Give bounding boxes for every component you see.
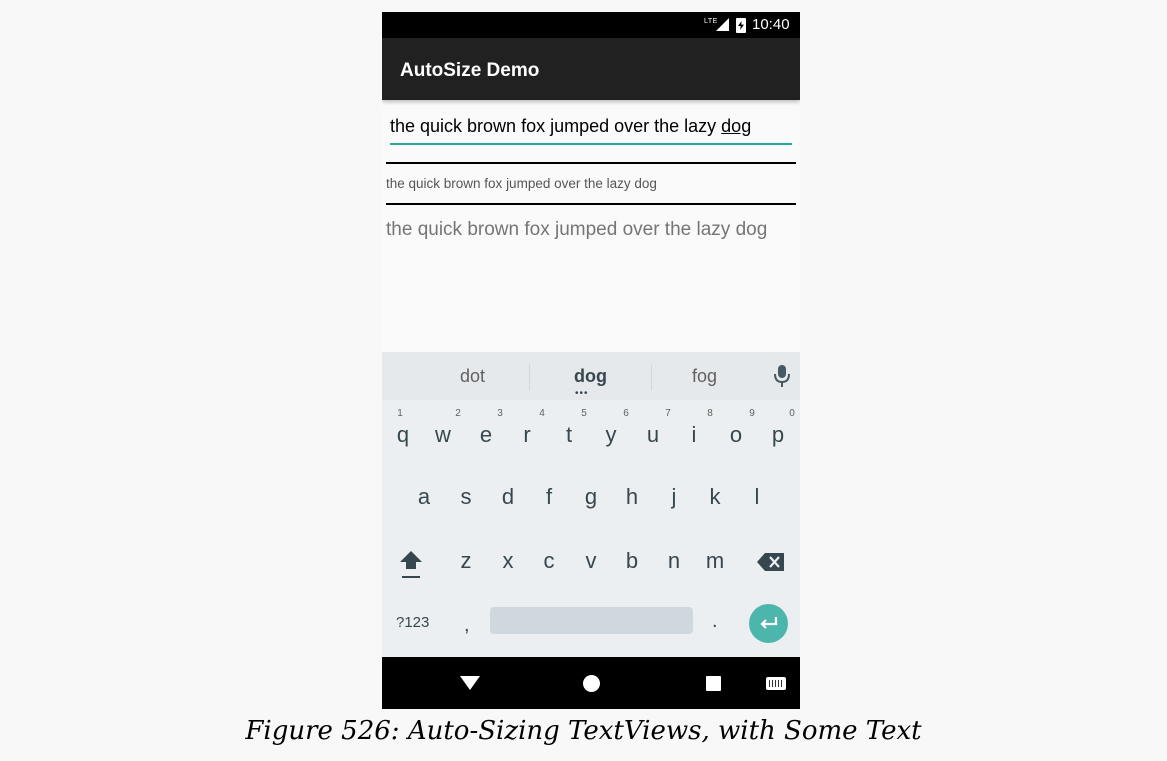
suggestion-divider (651, 364, 652, 390)
shift-icon[interactable] (399, 549, 423, 579)
key-f[interactable]: f (534, 484, 564, 510)
key-u[interactable]: u (638, 422, 668, 448)
key-q[interactable]: q (388, 422, 418, 448)
key-e[interactable]: e (471, 422, 501, 448)
period-key[interactable]: . (712, 610, 718, 633)
suggestion-more-dots: ••• (575, 388, 589, 399)
key-y[interactable]: y (596, 422, 626, 448)
suggestion-right[interactable]: fog (692, 366, 717, 387)
divider-top (386, 162, 796, 164)
key-hint: 2 (455, 408, 461, 419)
key-h[interactable]: h (617, 484, 647, 510)
key-g[interactable]: g (576, 484, 606, 510)
key-k[interactable]: k (700, 484, 730, 510)
key-hint: 6 (623, 408, 629, 419)
divider-bottom (386, 203, 796, 205)
key-j[interactable]: j (659, 484, 689, 510)
suggestion-strip: dot dog ••• fog (382, 352, 800, 400)
key-w[interactable]: w (428, 422, 458, 448)
edit-text-underline (390, 143, 792, 145)
soft-keyboard: dot dog ••• fog 1 q 2 w 3 e 4 r 5 t 6 y (382, 352, 800, 657)
app-bar: AutoSize Demo (382, 38, 800, 100)
comma-key[interactable]: , (464, 614, 470, 637)
key-hint: 9 (749, 408, 755, 419)
nav-recents-icon[interactable] (706, 676, 721, 691)
phone-screen: LTE 10:40 AutoSize Demo the quick brown … (382, 12, 800, 709)
key-d[interactable]: d (493, 484, 523, 510)
figure-caption: Figure 526: Auto-Sizing TextViews, with … (245, 716, 922, 746)
symbols-key[interactable]: ?123 (396, 614, 429, 631)
navigation-bar (382, 657, 800, 709)
lte-signal-icon: LTE (704, 16, 730, 34)
key-l[interactable]: l (742, 484, 772, 510)
key-hint: 8 (707, 408, 713, 419)
status-bar: LTE 10:40 (382, 12, 800, 38)
suggestion-divider (529, 364, 530, 390)
battery-icon (736, 18, 746, 33)
nav-home-icon[interactable] (583, 675, 600, 692)
key-m[interactable]: m (700, 548, 730, 574)
suggestion-center[interactable]: dog (574, 366, 607, 387)
nav-back-icon[interactable] (460, 676, 480, 690)
svg-text:LTE: LTE (704, 18, 718, 25)
suggestion-left[interactable]: dot (460, 366, 485, 387)
autosize-textview-small: the quick brown fox jumped over the lazy… (386, 176, 657, 191)
key-hint: 5 (581, 408, 587, 419)
nav-keyboard-icon[interactable] (766, 677, 786, 690)
key-n[interactable]: n (659, 548, 689, 574)
key-a[interactable]: a (409, 484, 439, 510)
key-v[interactable]: v (576, 548, 606, 574)
enter-button[interactable] (749, 604, 788, 643)
enter-icon (760, 617, 778, 629)
autosize-textview-large: the quick brown fox jumped over the lazy… (386, 219, 768, 240)
key-b[interactable]: b (617, 548, 647, 574)
edit-text-composing-word: dog (721, 116, 752, 136)
key-x[interactable]: x (493, 548, 523, 574)
edit-text-value: the quick brown fox jumped over the lazy (390, 116, 722, 136)
key-t[interactable]: t (554, 422, 584, 448)
key-c[interactable]: c (534, 548, 564, 574)
key-r[interactable]: r (512, 422, 542, 448)
key-hint: 3 (497, 408, 503, 419)
edit-text-input[interactable]: the quick brown fox jumped over the lazy… (390, 116, 792, 137)
key-o[interactable]: o (721, 422, 751, 448)
key-hint: 7 (665, 408, 671, 419)
spacebar[interactable] (490, 607, 693, 634)
key-hint: 4 (539, 408, 545, 419)
key-p[interactable]: p (763, 422, 793, 448)
key-i[interactable]: i (679, 422, 709, 448)
key-z[interactable]: z (451, 548, 481, 574)
app-title: AutoSize Demo (400, 60, 540, 81)
key-hint: 0 (789, 408, 795, 419)
key-s[interactable]: s (451, 484, 481, 510)
status-time: 10:40 (752, 16, 790, 33)
mic-icon[interactable] (772, 364, 792, 388)
backspace-icon[interactable] (756, 552, 786, 572)
key-hint: 1 (397, 408, 403, 419)
